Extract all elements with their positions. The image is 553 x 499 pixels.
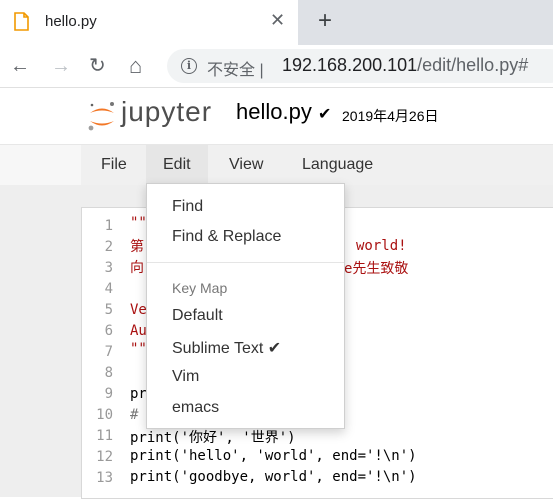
code-line[interactable]: print('goodbye, world', end='!\n') xyxy=(130,469,417,485)
line-number: 12 xyxy=(96,449,113,465)
info-icon[interactable]: i xyxy=(181,58,197,74)
line-number: 13 xyxy=(96,470,113,486)
line-number: 9 xyxy=(104,386,113,402)
menu-language[interactable]: Language xyxy=(285,145,390,185)
edit-dropdown-menu: Find Find & Replace Key Map Default Subl… xyxy=(146,183,345,429)
close-icon[interactable]: ✕ xyxy=(270,10,285,30)
code-line[interactable]: print('你好', '世界') xyxy=(130,427,296,447)
menu-item-find-replace[interactable]: Find & Replace xyxy=(172,228,281,246)
menu-item-keymap-default[interactable]: Default xyxy=(172,307,223,325)
menu-divider xyxy=(147,262,344,263)
menu-item-keymap-vim[interactable]: Vim xyxy=(172,368,199,386)
menu-item-find[interactable]: Find xyxy=(172,198,203,216)
saved-check-icon: ✔ xyxy=(318,106,332,123)
browser-toolbar: ← → ↻ ⌂ i 不安全 | 192.168.200.101/edit/hel… xyxy=(0,45,553,88)
url-text[interactable]: 192.168.200.101/edit/hello.py# xyxy=(282,55,528,76)
line-number: 4 xyxy=(104,281,113,297)
code-line[interactable]: world! xyxy=(356,238,407,254)
url-host: 192.168.200.101 xyxy=(282,55,418,75)
tab-title: hello.py xyxy=(45,13,97,30)
code-line[interactable]: "" xyxy=(130,341,147,357)
line-number: 3 xyxy=(104,260,113,276)
sublime-label: Sublime Text xyxy=(172,340,264,357)
forward-icon[interactable]: → xyxy=(51,45,71,87)
line-number: 6 xyxy=(104,323,113,339)
line-number: 7 xyxy=(104,344,113,360)
line-number: 10 xyxy=(96,407,113,423)
new-tab-icon[interactable]: + xyxy=(318,7,332,35)
reload-icon[interactable]: ↻ xyxy=(89,45,106,87)
code-line[interactable]: # xyxy=(130,407,138,423)
menu-file[interactable]: File xyxy=(84,145,144,185)
line-number: 1 xyxy=(104,218,113,234)
code-line[interactable]: 第 xyxy=(130,236,144,256)
code-line[interactable]: "" xyxy=(130,215,147,231)
file-name[interactable]: hello.py xyxy=(236,99,312,125)
jupyter-logo-icon[interactable] xyxy=(86,99,118,133)
code-line[interactable]: e先生致敬 xyxy=(344,258,408,278)
check-icon: ✔ xyxy=(267,340,282,357)
code-line[interactable]: print('hello', 'world', end='!\n') xyxy=(130,448,417,464)
line-number: 11 xyxy=(96,428,113,444)
line-number: 8 xyxy=(104,365,113,381)
keymap-header: Key Map xyxy=(172,280,228,296)
code-line[interactable]: Ve xyxy=(130,302,147,318)
home-icon[interactable]: ⌂ xyxy=(129,45,142,87)
menu-view[interactable]: View xyxy=(212,145,280,185)
menu-item-keymap-emacs[interactable]: emacs xyxy=(172,399,219,417)
code-line[interactable]: 向 xyxy=(130,257,144,277)
security-label[interactable]: 不安全 | xyxy=(207,56,264,80)
file-icon xyxy=(14,12,29,31)
menu-edit[interactable]: Edit xyxy=(146,145,208,185)
tab-strip: hello.py ✕ + xyxy=(0,0,553,45)
jupyter-wordmark[interactable]: jupyter xyxy=(121,96,212,128)
code-line[interactable]: pr xyxy=(130,386,147,402)
address-bar[interactable]: i 不安全 | 192.168.200.101/edit/hello.py# xyxy=(167,49,553,83)
save-date: 2019年4月26日 xyxy=(342,108,439,124)
back-icon[interactable]: ← xyxy=(10,45,30,87)
url-path: /edit/hello.py# xyxy=(417,55,529,75)
line-number: 5 xyxy=(104,302,113,318)
line-number: 2 xyxy=(104,239,113,255)
browser-tab[interactable]: hello.py ✕ xyxy=(0,0,298,45)
code-line[interactable]: Au xyxy=(130,323,147,339)
menu-item-keymap-sublime[interactable]: Sublime Text ✔ xyxy=(172,338,281,358)
